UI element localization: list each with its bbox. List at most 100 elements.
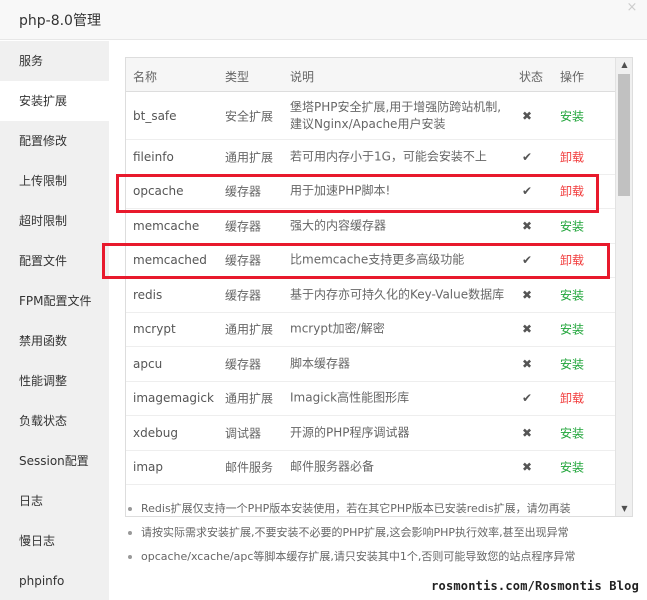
ext-desc: 脚本缓存器 — [290, 356, 351, 371]
ext-desc: 开源的PHP程序调试器 — [290, 425, 410, 440]
install-link[interactable]: 安装 — [560, 217, 584, 234]
notes-list: Redis扩展仅支持一个PHP版本安装使用，若在其它PHP版本已安装redis扩… — [125, 497, 635, 569]
install-link[interactable]: 安装 — [560, 321, 584, 338]
ext-type: 通用扩展 — [225, 322, 274, 337]
ext-name: apcu — [133, 356, 163, 371]
ext-name: fileinfo — [133, 149, 174, 164]
ext-type: 安全扩展 — [225, 109, 274, 123]
uninstall-link[interactable]: 卸载 — [560, 183, 584, 200]
header-type: 类型 — [225, 70, 250, 84]
watermark: rosmontis.com/Rosmontis Blog — [431, 579, 639, 593]
ext-desc: 若可用内存小于1G，可能会安装不上 — [290, 149, 487, 164]
ext-name: mcrypt — [133, 322, 176, 337]
table-row: mcrypt 通用扩展 mcrypt加密/解密 ✖ 安装 — [126, 313, 616, 347]
table-scrollbar[interactable]: ▲ ▼ — [615, 58, 632, 516]
not-installed-icon: ✖ — [521, 108, 533, 123]
ext-type: 调试器 — [225, 426, 262, 441]
uninstall-link[interactable]: 卸载 — [560, 390, 584, 407]
ext-name: redis — [133, 287, 163, 302]
note-item: 请按实际需求安装扩展,不要安装不必要的PHP扩展,这会影响PHP执行效率,甚至出… — [125, 521, 635, 545]
sidebar-item-log[interactable]: 日志 — [0, 481, 109, 521]
table-row: memcache 缓存器 强大的内容缓存器 ✖ 安装 — [126, 209, 616, 244]
note-item: opcache/xcache/apc等脚本缓存扩展,请只安装其中1个,否则可能导… — [125, 545, 635, 569]
install-link[interactable]: 安装 — [560, 107, 584, 124]
table-row: fileinfo 通用扩展 若可用内存小于1G，可能会安装不上 ✔ 卸载 — [126, 140, 616, 175]
sidebar-item-service[interactable]: 服务 — [0, 41, 109, 81]
not-installed-icon: ✖ — [521, 460, 533, 475]
scroll-thumb[interactable] — [618, 74, 630, 196]
ext-type: 缓存器 — [225, 219, 262, 234]
table-header: 名称 类型 说明 状态 操作 — [126, 58, 616, 92]
ext-desc: mcrypt加密/解密 — [290, 321, 385, 336]
ext-desc: 用于加速PHP脚本! — [290, 183, 391, 198]
uninstall-link[interactable]: 卸载 — [560, 148, 584, 165]
ext-name: memcache — [133, 218, 200, 233]
table-row: redis 缓存器 基于内存亦可持久化的Key-Value数据库 ✖ 安装 — [126, 278, 616, 313]
table-row: memcached 缓存器 比memcache支持更多高级功能 ✔ 卸载 — [126, 244, 616, 278]
note-item: Redis扩展仅支持一个PHP版本安装使用，若在其它PHP版本已安装redis扩… — [125, 497, 635, 521]
header-name: 名称 — [133, 70, 158, 84]
title-bar: php-8.0管理 × — [0, 0, 647, 40]
sidebar-item-timeout-limit[interactable]: 超时限制 — [0, 201, 109, 241]
window-title: php-8.0管理 — [19, 13, 101, 29]
not-installed-icon: ✖ — [521, 287, 533, 302]
sidebar-item-performance[interactable]: 性能调整 — [0, 361, 109, 401]
sidebar-item-disabled-functions[interactable]: 禁用函数 — [0, 321, 109, 361]
header-op: 操作 — [560, 70, 585, 84]
sidebar-item-config-edit[interactable]: 配置修改 — [0, 121, 109, 161]
ext-type: 缓存器 — [225, 357, 262, 372]
main-content: 名称 类型 说明 状态 操作 bt_safe 安全扩展 堡塔PHP安全扩展,用于… — [110, 41, 647, 600]
header-state: 状态 — [519, 70, 544, 84]
ext-type: 邮件服务 — [225, 460, 274, 475]
header-desc: 说明 — [290, 70, 315, 84]
installed-check-icon: ✔ — [521, 149, 533, 164]
installed-check-icon: ✔ — [521, 184, 533, 199]
ext-desc: Imagick高性能图形库 — [290, 390, 410, 405]
ext-name: memcached — [133, 253, 207, 268]
scroll-up-icon[interactable]: ▲ — [616, 58, 632, 72]
uninstall-link[interactable]: 卸载 — [560, 252, 584, 269]
not-installed-icon: ✖ — [521, 218, 533, 233]
ext-type: 缓存器 — [225, 184, 262, 199]
ext-name: imap — [133, 460, 163, 475]
sidebar-item-phpinfo[interactable]: phpinfo — [0, 561, 109, 600]
ext-type: 缓存器 — [225, 253, 262, 268]
install-link[interactable]: 安装 — [560, 355, 584, 372]
extension-table: 名称 类型 说明 状态 操作 bt_safe 安全扩展 堡塔PHP安全扩展,用于… — [125, 57, 633, 517]
ext-desc-line2: 建议Nginx/Apache用户安装 — [290, 116, 446, 131]
not-installed-icon: ✖ — [521, 356, 533, 371]
install-link[interactable]: 安装 — [560, 459, 584, 476]
sidebar-item-load-status[interactable]: 负载状态 — [0, 401, 109, 441]
ext-name: xdebug — [133, 425, 178, 440]
ext-name: opcache — [133, 184, 184, 199]
table-row: imagemagick 通用扩展 Imagick高性能图形库 ✔ 卸载 — [126, 382, 616, 416]
not-installed-icon: ✖ — [521, 322, 533, 337]
ext-type: 缓存器 — [225, 288, 262, 303]
ext-type: 通用扩展 — [225, 150, 274, 165]
installed-check-icon: ✔ — [521, 253, 533, 268]
installed-check-icon: ✔ — [521, 391, 533, 406]
table-row: opcache 缓存器 用于加速PHP脚本! ✔ 卸载 — [126, 175, 616, 209]
ext-desc-line1: 堡塔PHP安全扩展,用于增强防跨站机制, — [290, 99, 502, 114]
ext-desc: 邮件服务器必备 — [290, 459, 375, 474]
sidebar-item-slow-log[interactable]: 慢日志 — [0, 521, 109, 561]
ext-desc: 基于内存亦可持久化的Key-Value数据库 — [290, 287, 505, 302]
ext-desc: 比memcache支持更多高级功能 — [290, 252, 465, 267]
install-link[interactable]: 安装 — [560, 424, 584, 441]
table-row: imap 邮件服务 邮件服务器必备 ✖ 安装 — [126, 451, 616, 485]
ext-name: imagemagick — [133, 391, 214, 406]
sidebar-item-install-extension[interactable]: 安装扩展 — [0, 81, 109, 121]
close-icon[interactable]: × — [622, 0, 642, 15]
table-row: bt_safe 安全扩展 堡塔PHP安全扩展,用于增强防跨站机制, 建议Nginx… — [126, 92, 616, 140]
sidebar-item-upload-limit[interactable]: 上传限制 — [0, 161, 109, 201]
sidebar-item-session-config[interactable]: Session配置 — [0, 441, 109, 481]
ext-name: bt_safe — [133, 108, 177, 123]
sidebar-item-config-file[interactable]: 配置文件 — [0, 241, 109, 281]
sidebar-item-fpm-config[interactable]: FPM配置文件 — [0, 281, 109, 321]
sidebar: 服务 安装扩展 配置修改 上传限制 超时限制 配置文件 FPM配置文件 禁用函数… — [0, 41, 109, 600]
not-installed-icon: ✖ — [521, 425, 533, 440]
install-link[interactable]: 安装 — [560, 286, 584, 303]
table-body: bt_safe 安全扩展 堡塔PHP安全扩展,用于增强防跨站机制, 建议Nginx… — [126, 92, 616, 485]
ext-desc: 强大的内容缓存器 — [290, 218, 387, 233]
ext-desc: 堡塔PHP安全扩展,用于增强防跨站机制, 建议Nginx/Apache用户安装 — [290, 99, 501, 133]
